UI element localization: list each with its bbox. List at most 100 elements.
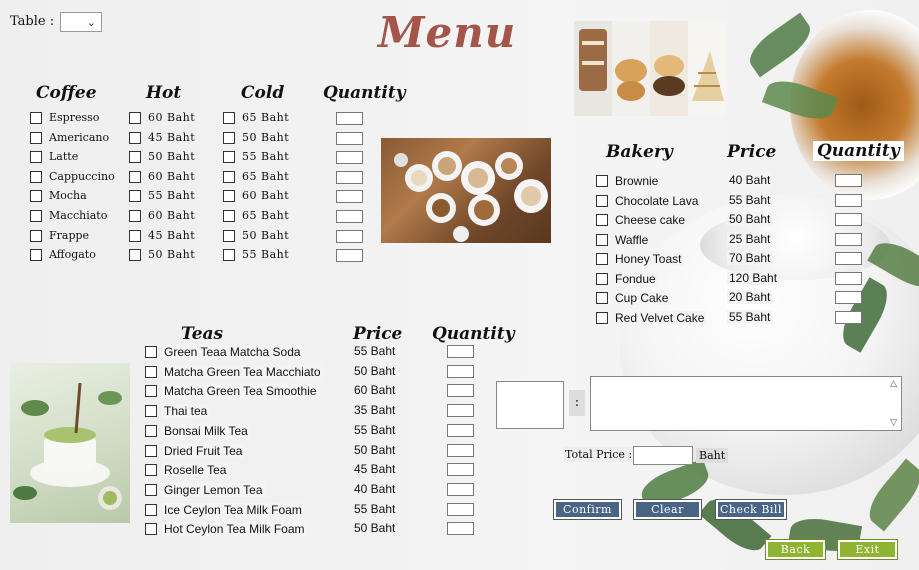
tea-price: 55 Baht bbox=[354, 502, 396, 516]
bakery-checkbox[interactable] bbox=[596, 195, 608, 207]
matcha-illustration bbox=[13, 382, 122, 510]
coffee-name: Espresso bbox=[49, 111, 100, 124]
tea-name: Matcha Green Tea Macchiato bbox=[162, 365, 323, 379]
bakery-checkbox[interactable] bbox=[596, 253, 608, 265]
bill-separator: : bbox=[569, 390, 585, 416]
coffee-name-checkbox[interactable] bbox=[30, 132, 42, 144]
tea-quantity-input[interactable] bbox=[447, 404, 474, 417]
tea-row: Green Teaa Matcha Soda 55 Baht bbox=[0, 344, 480, 360]
bakery-image bbox=[574, 21, 727, 116]
tea-row: Hot Ceylon Tea Milk Foam 50 Baht bbox=[0, 521, 480, 537]
bakery-price: 70 Baht bbox=[727, 251, 773, 265]
tea-quantity-input[interactable] bbox=[447, 345, 474, 358]
tea-checkbox[interactable] bbox=[145, 385, 157, 397]
tea-price: 55 Baht bbox=[354, 344, 396, 358]
bakery-checkbox[interactable] bbox=[596, 273, 608, 285]
bakery-name: Honey Toast bbox=[613, 252, 684, 266]
coffee-quantity-input[interactable] bbox=[336, 132, 363, 145]
coffee-quantity-input[interactable] bbox=[336, 112, 363, 125]
check-bill-button[interactable]: Check Bill bbox=[715, 499, 787, 520]
coffee-quantity-input[interactable] bbox=[336, 151, 363, 164]
bakery-name: Waffle bbox=[613, 233, 651, 247]
coffee-name-checkbox[interactable] bbox=[30, 112, 42, 124]
coffee-row: Latte 50 Baht 55 Baht bbox=[0, 150, 380, 166]
clear-button[interactable]: Clear bbox=[633, 499, 702, 520]
bakery-name: Red Velvet Cake bbox=[613, 311, 707, 325]
bakery-checkbox[interactable] bbox=[596, 312, 608, 324]
tea-checkbox[interactable] bbox=[145, 504, 157, 516]
bakery-quantity-input[interactable] bbox=[835, 233, 862, 246]
total-price-field[interactable] bbox=[633, 446, 693, 465]
tea-quantity-input[interactable] bbox=[447, 503, 474, 516]
scroll-down-icon[interactable]: ▽ bbox=[890, 418, 897, 428]
coffee-quantity-header: Quantity bbox=[323, 83, 406, 103]
bakery-price: 120 Baht bbox=[727, 271, 780, 285]
tea-quantity-input[interactable] bbox=[447, 424, 474, 437]
tea-checkbox[interactable] bbox=[145, 366, 157, 378]
tea-quantity-input[interactable] bbox=[447, 384, 474, 397]
tea-quantity-input[interactable] bbox=[447, 522, 474, 535]
order-summary-textarea[interactable]: △ ▽ bbox=[590, 376, 902, 431]
tea-quantity-input[interactable] bbox=[447, 444, 474, 457]
tea-checkbox[interactable] bbox=[145, 445, 157, 457]
table-select[interactable]: ⌄ bbox=[60, 12, 102, 32]
table-number-display bbox=[496, 381, 564, 429]
back-button[interactable]: Back bbox=[765, 539, 826, 560]
coffee-hot-price: 45 Baht bbox=[148, 131, 196, 144]
bakery-quantity-input[interactable] bbox=[835, 213, 862, 226]
tea-name: Hot Ceylon Tea Milk Foam bbox=[162, 522, 307, 536]
coffee-hot-checkbox[interactable] bbox=[129, 132, 141, 144]
tea-checkbox[interactable] bbox=[145, 523, 157, 535]
bakery-row: Brownie 40 Baht bbox=[0, 173, 900, 189]
leaf-decoration bbox=[761, 73, 839, 127]
bakery-quantity-input[interactable] bbox=[835, 194, 862, 207]
bakery-price: 50 Baht bbox=[727, 212, 773, 226]
bakery-quantity-input[interactable] bbox=[835, 174, 862, 187]
tea-quantity-input[interactable] bbox=[447, 483, 474, 496]
coffee-name-checkbox[interactable] bbox=[30, 151, 42, 163]
coffee-cold-checkbox[interactable] bbox=[223, 112, 235, 124]
bakery-row: Cup Cake 20 Baht bbox=[0, 290, 900, 306]
bakery-row: Cheese cake 50 Baht bbox=[0, 212, 900, 228]
leaf-decoration bbox=[861, 458, 919, 532]
tea-quantity-input[interactable] bbox=[447, 463, 474, 476]
bakery-checkbox[interactable] bbox=[596, 175, 608, 187]
tea-checkbox[interactable] bbox=[145, 484, 157, 496]
tea-price: 50 Baht bbox=[354, 521, 396, 535]
menu-window: Table : ⌄ Menu Coffee Hot Cold Quantity … bbox=[0, 0, 919, 570]
coffee-hot-price: 50 Baht bbox=[148, 150, 196, 163]
coffee-hot-checkbox[interactable] bbox=[129, 112, 141, 124]
tea-name: Matcha Green Tea Smoothie bbox=[162, 384, 319, 398]
bakery-name: Cheese cake bbox=[613, 213, 688, 227]
bakery-row: Honey Toast 70 Baht bbox=[0, 251, 900, 267]
total-currency-label: Baht bbox=[696, 448, 729, 463]
bakery-header: Bakery bbox=[606, 142, 673, 162]
bakery-row: Waffle 25 Baht bbox=[0, 232, 900, 248]
bakery-collage-illustration bbox=[574, 21, 727, 116]
tea-name: Roselle Tea bbox=[162, 463, 229, 477]
tea-checkbox[interactable] bbox=[145, 464, 157, 476]
confirm-button[interactable]: Confirm bbox=[553, 499, 622, 520]
leaf-decoration bbox=[742, 12, 818, 78]
bakery-row: Chocolate Lava 55 Baht bbox=[0, 193, 900, 209]
coffee-cold-checkbox[interactable] bbox=[223, 151, 235, 163]
bakery-quantity-input[interactable] bbox=[835, 311, 862, 324]
tea-quantity-input[interactable] bbox=[447, 365, 474, 378]
bakery-row: Fondue 120 Baht bbox=[0, 271, 900, 287]
bakery-checkbox[interactable] bbox=[596, 292, 608, 304]
coffee-hot-checkbox[interactable] bbox=[129, 151, 141, 163]
bakery-name: Fondue bbox=[613, 272, 658, 286]
bakery-quantity-input[interactable] bbox=[835, 272, 862, 285]
coffee-cold-checkbox[interactable] bbox=[223, 132, 235, 144]
bakery-price: 55 Baht bbox=[727, 193, 773, 207]
bakery-quantity-input[interactable] bbox=[835, 291, 862, 304]
bakery-checkbox[interactable] bbox=[596, 214, 608, 226]
scroll-up-icon[interactable]: △ bbox=[890, 379, 897, 389]
bakery-quantity-input[interactable] bbox=[835, 252, 862, 265]
bakery-checkbox[interactable] bbox=[596, 234, 608, 246]
exit-button[interactable]: Exit bbox=[837, 539, 898, 560]
tea-checkbox[interactable] bbox=[145, 425, 157, 437]
tea-checkbox[interactable] bbox=[145, 346, 157, 358]
matcha-image bbox=[10, 363, 130, 523]
tea-checkbox[interactable] bbox=[145, 405, 157, 417]
